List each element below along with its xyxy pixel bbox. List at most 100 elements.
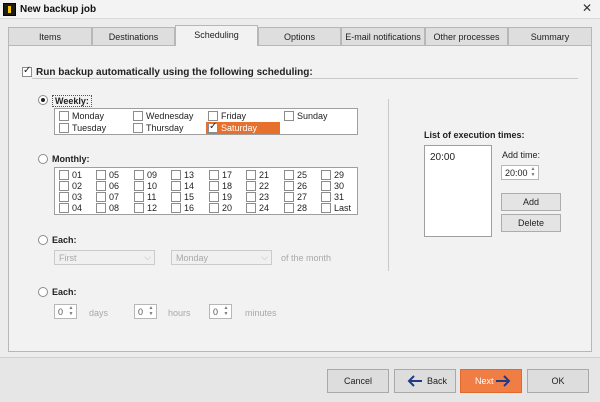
- monthly-day[interactable]: Last: [319, 202, 355, 214]
- cancel-button[interactable]: Cancel: [327, 369, 389, 393]
- monthly-days-box: 01 05 09 13 17 21 25 29 02 06 10 14 18 2…: [54, 167, 358, 215]
- weekly-day-tuesday[interactable]: Tuesday: [57, 122, 127, 134]
- day-label: 23: [259, 192, 270, 202]
- checkbox-icon: [59, 123, 69, 133]
- add-time-label: Add time:: [502, 150, 541, 160]
- day-label: 11: [147, 192, 157, 202]
- day-label: 20: [222, 203, 233, 213]
- tab-options[interactable]: Options: [258, 27, 341, 46]
- add-time-stepper[interactable]: 20:00 ▲ ▼: [501, 165, 539, 180]
- day-label: 28: [297, 203, 308, 213]
- checkbox-icon: [171, 192, 181, 202]
- next-button[interactable]: Next: [460, 369, 522, 393]
- chevron-down-icon: ⌵: [144, 252, 151, 262]
- weekday-dropdown[interactable]: Monday ⌵: [171, 250, 272, 265]
- checkbox-icon: [59, 192, 69, 202]
- day-label: 10: [147, 181, 158, 191]
- ordinal-dropdown[interactable]: First ⌵: [54, 250, 155, 265]
- back-label: Back: [427, 376, 448, 386]
- section-divider: [32, 78, 578, 79]
- day-label: 04: [72, 203, 83, 213]
- run-automatically-checkbox[interactable]: [22, 65, 32, 77]
- day-label: 17: [222, 170, 233, 180]
- day-label: 08: [109, 203, 120, 213]
- hours-stepper[interactable]: 0 ▲ ▼: [134, 304, 157, 319]
- checkbox-icon: [284, 181, 294, 191]
- day-label: 06: [109, 181, 120, 191]
- minutes-label: minutes: [245, 308, 277, 318]
- monthly-radio[interactable]: [38, 154, 48, 164]
- checkbox-icon: [209, 203, 219, 213]
- checkbox-icon: [134, 203, 144, 213]
- days-stepper[interactable]: 0 ▲ ▼: [54, 304, 77, 319]
- monthly-label: Monthly:: [52, 154, 90, 164]
- checkbox-icon: [321, 181, 331, 191]
- back-button[interactable]: Back: [394, 369, 456, 393]
- execution-times-list[interactable]: 20:00: [424, 145, 492, 237]
- tab-summary[interactable]: Summary: [508, 27, 592, 46]
- stepper-arrows-icon[interactable]: ▲ ▼: [67, 305, 75, 318]
- weekly-days-box: Monday Wednesday Friday Sunday Tuesday T…: [54, 108, 358, 135]
- day-label: Thursday: [146, 123, 184, 133]
- minutes-value: 0: [213, 307, 219, 317]
- checkbox-icon: [133, 111, 143, 121]
- checkbox-icon: [209, 170, 219, 180]
- checkbox-icon: [96, 192, 106, 202]
- weekly-day-thursday[interactable]: Thursday: [131, 122, 201, 134]
- checkbox-icon: [284, 192, 294, 202]
- execution-times-label: List of execution times:: [424, 130, 525, 140]
- days-label: days: [89, 308, 109, 318]
- checkbox-icon: [96, 203, 106, 213]
- day-label: Sunday: [297, 111, 328, 121]
- weekly-day-sunday[interactable]: Sunday: [282, 110, 354, 122]
- tab-scheduling[interactable]: Scheduling: [175, 25, 258, 46]
- delete-time-button[interactable]: Delete: [501, 214, 561, 232]
- tab-other-processes[interactable]: Other processes: [425, 27, 508, 46]
- monthly-day[interactable]: 04: [57, 202, 91, 214]
- add-time-button[interactable]: Add: [501, 193, 561, 211]
- minutes-stepper[interactable]: 0 ▲ ▼: [209, 304, 232, 319]
- day-label: 14: [184, 181, 195, 191]
- checkbox-icon: [246, 192, 256, 202]
- weekly-radio[interactable]: [38, 95, 48, 105]
- day-label: 31: [334, 192, 345, 202]
- monthly-day[interactable]: 28: [282, 202, 316, 214]
- weekly-day-saturday[interactable]: Saturday: [206, 121, 280, 134]
- monthly-day[interactable]: 20: [207, 202, 241, 214]
- stepper-arrows-icon[interactable]: ▲ ▼: [222, 305, 230, 318]
- monthly-day[interactable]: 08: [94, 202, 128, 214]
- day-label: 29: [334, 170, 345, 180]
- checkbox-icon: [133, 123, 143, 133]
- close-icon[interactable]: ✕: [582, 1, 592, 15]
- monthly-day[interactable]: 24: [244, 202, 278, 214]
- hours-label: hours: [168, 308, 191, 318]
- stepper-arrows-icon[interactable]: ▲ ▼: [147, 305, 155, 318]
- day-label: 02: [72, 181, 83, 191]
- execution-time-item[interactable]: 20:00: [430, 152, 455, 163]
- each-ordinal-radio[interactable]: [38, 235, 48, 245]
- window-title: New backup job: [20, 4, 97, 15]
- day-label: 16: [184, 203, 195, 213]
- weekly-day-wednesday[interactable]: Wednesday: [131, 110, 201, 122]
- monthly-day[interactable]: 16: [169, 202, 203, 214]
- day-label: Last: [334, 203, 352, 213]
- day-label: 05: [109, 170, 120, 180]
- arrow-left-icon: [407, 375, 422, 387]
- checkbox-icon: [284, 111, 294, 121]
- stepper-arrows-icon[interactable]: ▲ ▼: [529, 166, 537, 179]
- checkbox-icon: [246, 203, 256, 213]
- each-interval-label: Each:: [52, 287, 77, 297]
- weekly-label: Weekly:: [52, 95, 92, 107]
- day-label: 15: [184, 192, 195, 202]
- each-interval-radio[interactable]: [38, 287, 48, 297]
- weekday-value: Monday: [176, 253, 209, 263]
- ok-button[interactable]: OK: [527, 369, 589, 393]
- monthly-day[interactable]: 12: [132, 202, 166, 214]
- weekly-day-monday[interactable]: Monday: [57, 110, 127, 122]
- tab-email-notifications[interactable]: E-mail notifications: [341, 27, 425, 46]
- tab-items[interactable]: Items: [8, 27, 92, 46]
- tab-destinations[interactable]: Destinations: [92, 27, 175, 46]
- checkbox-icon: [59, 203, 69, 213]
- day-label: 03: [72, 192, 83, 202]
- checkbox-icon: [209, 181, 219, 191]
